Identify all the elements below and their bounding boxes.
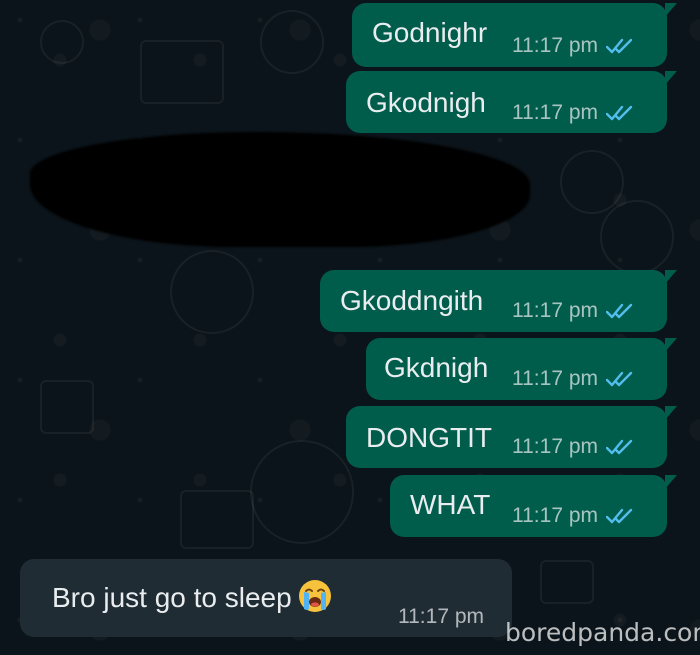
read-double-check-icon bbox=[606, 303, 633, 319]
message-text: Gkdnigh bbox=[384, 352, 489, 383]
redacted-message-scribble bbox=[30, 132, 530, 247]
message-text: WHAT bbox=[410, 489, 491, 520]
message-meta: 11:17 pm bbox=[512, 299, 634, 323]
background-doodle bbox=[260, 10, 324, 74]
message-text: Gkodnigh bbox=[366, 87, 486, 118]
outgoing-message[interactable]: Gkdnigh 11:17 pm bbox=[366, 338, 677, 400]
message-time: 11:17 pm bbox=[512, 101, 598, 124]
message-meta: 11:17 pm bbox=[398, 605, 484, 629]
message-time: 11:17 pm bbox=[398, 605, 484, 628]
message-text: Bro just go to sleep bbox=[52, 579, 332, 614]
message-time: 11:17 pm bbox=[512, 435, 598, 458]
message-time: 11:17 pm bbox=[512, 367, 598, 390]
incoming-message[interactable]: Bro just go to sleep 11:17 pm bbox=[20, 559, 512, 637]
background-doodle bbox=[600, 200, 674, 274]
message-text-content: Bro just go to sleep bbox=[52, 582, 292, 613]
watermark: boredpanda.com bbox=[505, 618, 700, 647]
read-double-check-icon bbox=[606, 508, 633, 524]
message-time: 11:17 pm bbox=[512, 504, 598, 527]
read-double-check-icon bbox=[606, 38, 633, 54]
message-meta: 11:17 pm bbox=[512, 101, 634, 125]
outgoing-message[interactable]: Gkodnigh 11:17 pm bbox=[346, 71, 677, 133]
read-double-check-icon bbox=[606, 105, 633, 121]
message-meta: 11:17 pm bbox=[512, 367, 634, 391]
outgoing-message[interactable]: WHAT 11:17 pm bbox=[390, 475, 677, 537]
message-meta: 11:17 pm bbox=[512, 34, 634, 58]
background-doodle bbox=[250, 440, 354, 544]
message-time: 11:17 pm bbox=[512, 34, 598, 57]
outgoing-message[interactable]: Gkoddngith 11:17 pm bbox=[320, 270, 677, 332]
background-doodle bbox=[540, 560, 594, 604]
background-doodle bbox=[180, 490, 254, 549]
message-text: Godnighr bbox=[372, 17, 488, 48]
message-meta: 11:17 pm bbox=[512, 504, 634, 528]
message-text: DONGTIT bbox=[366, 422, 492, 453]
background-doodle bbox=[40, 20, 84, 64]
message-meta: 11:17 pm bbox=[512, 435, 634, 459]
loudly-crying-face-icon bbox=[298, 580, 331, 612]
outgoing-message[interactable]: Godnighr 11:17 pm bbox=[352, 3, 677, 67]
background-doodle bbox=[40, 380, 94, 434]
outgoing-message[interactable]: DONGTIT 11:17 pm bbox=[346, 406, 677, 468]
message-text: Gkoddngith bbox=[340, 285, 484, 316]
background-doodle bbox=[170, 250, 254, 334]
read-double-check-icon bbox=[606, 439, 633, 455]
chat-conversation-area[interactable]: Godnighr 11:17 pm Gkodnigh 11:17 pm Gkod… bbox=[0, 0, 700, 655]
background-doodle bbox=[140, 40, 224, 104]
background-doodle bbox=[560, 150, 624, 214]
read-double-check-icon bbox=[606, 371, 633, 387]
message-time: 11:17 pm bbox=[512, 299, 598, 322]
